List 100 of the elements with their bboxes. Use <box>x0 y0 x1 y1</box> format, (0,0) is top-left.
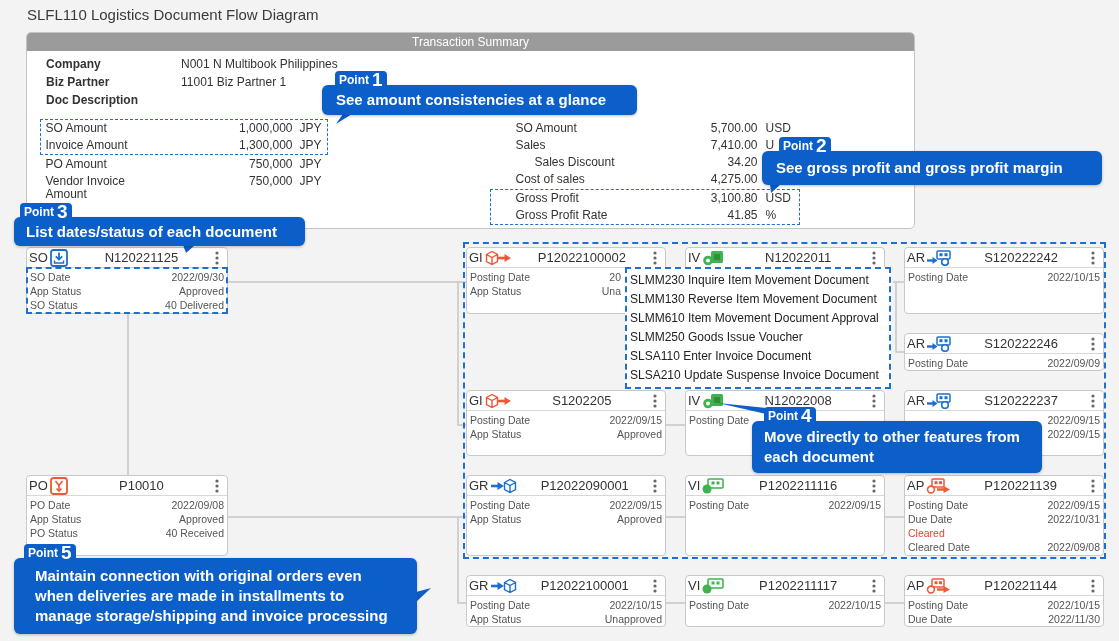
amount-value: 3,100.80 <box>710 190 758 207</box>
more-options-icon[interactable] <box>215 478 219 493</box>
currency-label: USD <box>765 120 791 137</box>
document-number: P120221144 <box>984 577 1058 595</box>
field-label: Posting Date <box>908 270 969 284</box>
field-label: Posting Date <box>689 598 750 612</box>
more-options-icon[interactable] <box>1091 393 1095 408</box>
info-label: Doc Description <box>46 92 138 109</box>
field-label: Posting Date <box>689 413 750 427</box>
field-label: PO Date <box>30 498 71 512</box>
document-number: P12022100002 <box>537 249 626 267</box>
amount-label: Vendor Invoice Amount <box>45 173 126 201</box>
field-label: App Status <box>470 427 522 441</box>
field-value: 2022/10/15 <box>1047 270 1100 284</box>
more-options-icon[interactable] <box>653 393 657 408</box>
menu-item[interactable]: SLMM230 Inquire Item Movement Document <box>628 271 888 290</box>
currency-label: USD <box>765 190 791 207</box>
document-number: P1202211117 <box>759 577 838 595</box>
document-type: IV <box>688 249 701 267</box>
field-value: 2022/10/15 <box>609 598 662 612</box>
currency-label: JPY <box>299 137 322 154</box>
document-number: P10010 <box>119 477 164 495</box>
menu-item[interactable]: SLMM130 Reverse Item Movement Document <box>628 290 888 309</box>
info-value: 11001 Biz Partner 1 <box>181 74 287 91</box>
field-value: Approved <box>179 512 224 526</box>
amount-value: 750,000 <box>249 173 293 190</box>
more-options-icon[interactable] <box>872 393 876 408</box>
document-number: S120222246 <box>984 335 1058 353</box>
amount-label: SO Amount <box>515 120 577 135</box>
point-tag: Point 2 <box>779 137 831 154</box>
amount-value: 1,300,000 <box>239 137 293 154</box>
info-label: Biz Partner <box>46 74 110 91</box>
amount-value: 750,000 <box>249 156 293 173</box>
panel-header: Transaction Summary <box>27 33 914 51</box>
more-options-icon[interactable] <box>1091 250 1095 265</box>
amount-label: Invoice Amount <box>45 137 128 152</box>
menu-item[interactable]: SLMM250 Goods Issue Voucher <box>628 328 888 347</box>
field-label: Posting Date <box>689 498 750 512</box>
box-arrow-icon <box>484 249 511 266</box>
document-number: P1202211116 <box>759 477 838 495</box>
field-label: SO Date <box>30 270 71 284</box>
amount-value: 41.85 <box>727 207 758 224</box>
field-value: 2022/09/15 <box>609 413 662 427</box>
field-value: 2022/09/15 <box>1047 498 1100 512</box>
more-options-icon[interactable] <box>653 478 657 493</box>
field-value: Una <box>601 284 621 298</box>
amount-label: Cost of sales <box>515 171 585 186</box>
field-label: Posting Date <box>908 356 969 370</box>
amount-value: 1,000,000 <box>239 120 293 137</box>
menu-item[interactable]: SLSA210 Update Suspense Invoice Document <box>628 366 888 385</box>
document-type: AP <box>907 577 925 595</box>
field-label: Posting Date <box>908 498 969 512</box>
amount-label: SO Amount <box>45 120 107 135</box>
amount-label: PO Amount <box>45 156 107 171</box>
field-value: 2022/11/30 <box>1048 612 1100 626</box>
amount-label: Gross Profit Rate <box>515 207 608 222</box>
document-type: IV <box>688 392 701 410</box>
field-value: 20 <box>609 270 621 284</box>
amount-value: 34.20 <box>727 154 758 171</box>
download-icon <box>49 248 68 267</box>
field-value: Approved <box>617 427 662 441</box>
document-type: AP <box>907 477 925 495</box>
more-options-icon[interactable] <box>653 250 657 265</box>
document-number: P12022090001 <box>540 477 629 495</box>
amount-label: Sales Discount <box>534 154 615 169</box>
more-options-icon[interactable] <box>1091 578 1095 593</box>
field-value: Approved <box>179 284 224 298</box>
field-label: Due Date <box>908 612 953 626</box>
field-label: App Status <box>470 284 522 298</box>
more-options-icon[interactable] <box>1091 478 1095 493</box>
amount-value: 7,410.00 <box>710 137 758 154</box>
document-type: GI <box>469 392 483 410</box>
currency-label: JPY <box>299 120 322 137</box>
field-value: 40 Received <box>165 526 224 540</box>
document-number: N12022008 <box>764 392 832 409</box>
field-value: 2022/09/15 <box>1047 427 1100 441</box>
amount-label: Gross Profit <box>515 190 579 205</box>
field-label: SO Status <box>30 298 78 312</box>
document-type: AR <box>907 392 926 410</box>
field-label: Posting Date <box>470 413 531 427</box>
field-label: App Status <box>30 512 82 526</box>
currency-label: JPY <box>299 173 322 190</box>
more-options-icon[interactable] <box>872 250 876 265</box>
field-label: App Status <box>470 612 522 626</box>
more-options-icon[interactable] <box>1091 336 1095 351</box>
point-tag: Point 3 <box>20 203 72 220</box>
field-value: Approved <box>617 512 662 526</box>
more-options-icon[interactable] <box>653 578 657 593</box>
field-label: Posting Date <box>470 270 531 284</box>
document-type: GR <box>469 577 489 595</box>
more-options-icon[interactable] <box>872 478 876 493</box>
field-label: Due Date <box>908 512 953 526</box>
document-number: P12022100001 <box>540 577 629 595</box>
document-number: P120221139 <box>984 477 1058 495</box>
more-options-icon[interactable] <box>872 578 876 593</box>
menu-item[interactable]: SLSA110 Enter Invoice Document <box>628 347 888 366</box>
more-options-icon[interactable] <box>215 250 219 265</box>
arrow-box-icon <box>490 577 517 594</box>
menu-item[interactable]: SLMM610 Item Movement Document Approval <box>628 309 888 328</box>
point-tag: Point 4 <box>764 407 816 424</box>
